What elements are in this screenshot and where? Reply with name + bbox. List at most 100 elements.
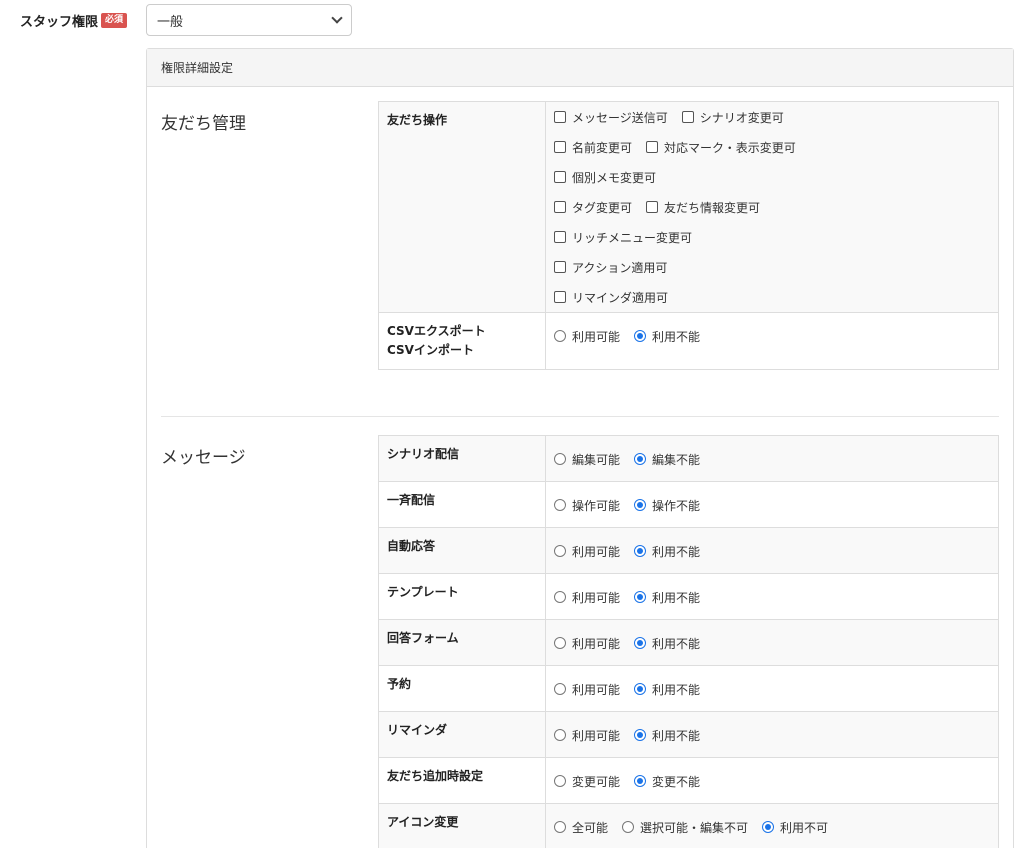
radio-option[interactable]: 利用不能 <box>634 543 700 560</box>
checkbox-option[interactable]: リッチメニュー変更可 <box>554 229 692 246</box>
table-row: 回答フォーム 利用可能 利用不能 <box>378 619 999 666</box>
radio-selected[interactable] <box>634 591 647 603</box>
chevron-down-icon <box>331 12 343 24</box>
radio-selected[interactable] <box>634 545 647 557</box>
panel-header: 権限詳細設定 <box>147 49 1013 87</box>
checkbox[interactable] <box>646 201 659 213</box>
section-title: 友だち管理 <box>161 114 246 134</box>
radio-option[interactable]: 操作不能 <box>634 497 700 514</box>
radio-label: 選択可能・編集不可 <box>640 820 749 835</box>
radio-option[interactable]: 利用可能 <box>554 727 620 744</box>
radio[interactable] <box>554 545 566 557</box>
radio-selected[interactable] <box>634 453 647 465</box>
radio[interactable] <box>554 821 566 833</box>
radio-label: 操作不能 <box>652 498 701 513</box>
radio[interactable] <box>554 591 566 603</box>
checkbox-option[interactable]: タグ変更可 <box>554 199 632 216</box>
radio-option[interactable]: 利用可能 <box>554 635 620 652</box>
radio-selected[interactable] <box>762 821 775 833</box>
row-label: アイコン変更 <box>378 803 546 848</box>
checkbox[interactable] <box>681 111 694 123</box>
radio-option[interactable]: 変更不能 <box>634 773 700 790</box>
checkbox-line: リッチメニュー変更可 <box>554 222 990 252</box>
checkbox-option[interactable]: 名前変更可 <box>554 139 632 156</box>
checkbox[interactable] <box>554 261 566 273</box>
radio-option[interactable]: 利用可能 <box>554 328 620 345</box>
radio-line: 変更可能 変更不能 <box>554 766 990 796</box>
radio-option[interactable]: 利用可能 <box>554 589 620 606</box>
radio[interactable] <box>554 775 566 787</box>
checkbox-option[interactable]: 対応マーク・表示変更可 <box>646 139 796 156</box>
checkbox-label: 対応マーク・表示変更可 <box>664 140 796 155</box>
radio-group: 利用可能 利用不能 <box>545 527 999 574</box>
checkbox-line: 個別メモ変更可 <box>554 162 990 192</box>
staff-permission-label: スタッフ権限 <box>20 15 99 30</box>
radio-option[interactable]: 利用可能 <box>554 543 620 560</box>
radio-group: 全可能 選択可能・編集不可 利用不可 <box>545 803 999 848</box>
radio-option[interactable]: 利用不能 <box>634 635 700 652</box>
checkbox-label: タグ変更可 <box>572 200 633 215</box>
checkbox[interactable] <box>554 231 566 243</box>
radio-option[interactable]: 編集不能 <box>634 451 700 468</box>
radio-group: 利用可能 利用不能 <box>545 665 999 712</box>
checkbox[interactable] <box>554 111 566 123</box>
radio-option[interactable]: 利用可能 <box>554 681 620 698</box>
checkbox[interactable] <box>554 201 566 213</box>
radio[interactable] <box>554 453 566 465</box>
radio-option[interactable]: 編集可能 <box>554 451 620 468</box>
checkbox-line: メッセージ送信可 シナリオ変更可 <box>554 102 990 132</box>
radio[interactable] <box>554 683 566 695</box>
staff-permission-row: スタッフ権限 必須 一般 <box>0 0 1024 44</box>
radio-label: 利用可能 <box>572 636 621 651</box>
radio-label: 利用不能 <box>652 682 701 697</box>
checkbox-option[interactable]: 個別メモ変更可 <box>554 169 656 186</box>
csv-import-label: CSVインポート <box>387 343 474 357</box>
radio-option[interactable]: 利用不能 <box>634 727 700 744</box>
staff-permission-select[interactable]: 一般 <box>146 4 352 36</box>
checkbox[interactable] <box>554 141 566 153</box>
table-row: 予約 利用可能 利用不能 <box>378 665 999 712</box>
row-label: テンプレート <box>378 573 546 620</box>
radio-group: 利用可能 利用不能 <box>545 619 999 666</box>
radio-label: 変更不能 <box>652 774 701 789</box>
radio-label: 利用不能 <box>652 544 701 559</box>
checkbox-option[interactable]: シナリオ変更可 <box>681 109 784 126</box>
table-row: シナリオ配信 編集可能 編集不能 <box>378 435 999 482</box>
radio-option[interactable]: 利用不能 <box>634 681 700 698</box>
radio-option[interactable]: 利用不可 <box>762 819 828 836</box>
checkbox-label: 個別メモ変更可 <box>572 170 657 185</box>
radio-option[interactable]: 利用不能 <box>634 328 700 345</box>
message-permission-table: シナリオ配信 編集可能 編集不能 一斉配信 操作可能 操作不能 自動応答 利用可能 利用不能 テン… <box>378 435 999 848</box>
radio-selected[interactable] <box>634 330 647 342</box>
checkbox-option[interactable]: メッセージ送信可 <box>554 109 668 126</box>
radio[interactable] <box>554 499 566 511</box>
select-value: 一般 <box>157 14 184 30</box>
radio-selected[interactable] <box>634 729 647 741</box>
radio-selected[interactable] <box>634 683 647 695</box>
radio-option[interactable]: 操作可能 <box>554 497 620 514</box>
radio[interactable] <box>554 729 566 741</box>
radio-option[interactable]: 変更可能 <box>554 773 620 790</box>
checkbox[interactable] <box>554 291 566 303</box>
radio-option[interactable]: 全可能 <box>554 819 608 836</box>
table-row: テンプレート 利用可能 利用不能 <box>378 573 999 620</box>
row-label: 友だち操作 <box>378 101 546 313</box>
checkbox[interactable] <box>646 141 659 153</box>
permission-detail-panel: 権限詳細設定 友だち管理 友だち操作 メッセージ送信可 シナリオ変更可名前変更可 対… <box>146 48 1014 848</box>
radio-selected[interactable] <box>634 637 647 649</box>
radio-option[interactable]: 選択可能・編集不可 <box>622 819 748 836</box>
radio-selected[interactable] <box>634 499 647 511</box>
checkbox[interactable] <box>554 171 566 183</box>
checkbox-option[interactable]: 友だち情報変更可 <box>646 199 760 216</box>
checkbox-option[interactable]: アクション適用可 <box>554 259 667 276</box>
radio[interactable] <box>554 637 566 649</box>
radio[interactable] <box>554 330 566 342</box>
radio-group: 変更可能 変更不能 <box>545 757 999 804</box>
radio[interactable] <box>622 821 635 833</box>
radio-selected[interactable] <box>634 775 647 787</box>
checkbox-option[interactable]: リマインダ適用可 <box>554 289 668 306</box>
radio-group: 操作可能 操作不能 <box>545 481 999 528</box>
row-label: 回答フォーム <box>378 619 546 666</box>
radio-option[interactable]: 利用不能 <box>634 589 700 606</box>
table-row: 友だち操作 メッセージ送信可 シナリオ変更可名前変更可 対応マーク・表示変更可 個別メ… <box>378 101 999 313</box>
